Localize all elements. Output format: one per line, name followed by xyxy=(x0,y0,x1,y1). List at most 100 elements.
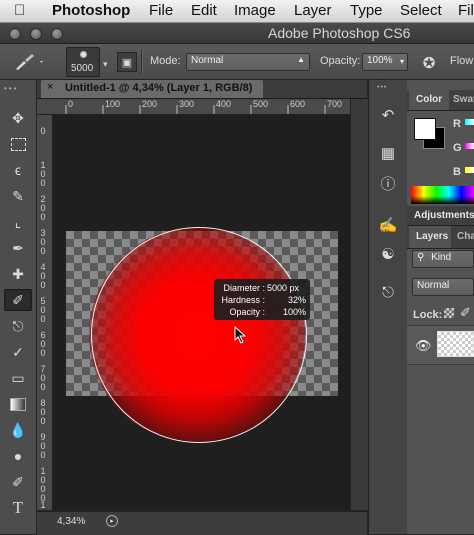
tooltip-opacity-label: Opacity : xyxy=(229,307,265,317)
green-slider[interactable] xyxy=(465,143,474,149)
tab-color-label: Color xyxy=(416,94,443,105)
pressure-opacity-icon[interactable]: ✪ xyxy=(418,52,440,74)
tab-adjustments[interactable]: Adjustments xyxy=(414,210,474,221)
opacity-input[interactable]: 100% ▾ xyxy=(362,53,408,71)
search-icon: ⚲ xyxy=(417,252,425,263)
menu-select[interactable]: Select xyxy=(400,2,442,19)
red-channel-label: R xyxy=(453,118,461,130)
brush-cursor-outline xyxy=(91,227,307,443)
chevron-down-icon[interactable]: ▾ xyxy=(103,59,108,70)
ruler-label: 200 xyxy=(142,99,158,109)
history-brush-tool-icon[interactable]: ✓ xyxy=(4,341,32,363)
adjustments-panel-header: Adjustments xyxy=(407,206,474,226)
document-tab[interactable]: × Untitled-1 @ 4,34% (Layer 1, RGB/8) xyxy=(41,80,263,98)
menu-edit[interactable]: Edit xyxy=(191,2,217,19)
ruler-label: 0 xyxy=(68,99,74,109)
close-tab-icon[interactable]: × xyxy=(47,81,53,93)
blue-channel-label: B xyxy=(453,166,461,178)
menu-image[interactable]: Image xyxy=(234,2,276,19)
menu-filter[interactable]: Filt xyxy=(458,2,474,19)
brush-info-tooltip: Diameter : 5000 px Hardness : 32% Opacit… xyxy=(214,279,310,320)
status-bar: 4,34% ▸ xyxy=(37,511,367,535)
minimize-window-button[interactable] xyxy=(30,28,42,40)
tab-channels[interactable]: Cha xyxy=(457,231,474,242)
vertical-ruler: 0 100 200 300 400 500 600 700 800 900 10… xyxy=(37,115,53,510)
zoom-window-button[interactable] xyxy=(51,28,63,40)
apple-icon[interactable]:  xyxy=(14,2,25,19)
blue-slider[interactable] xyxy=(465,167,474,173)
canvas-area[interactable]: Diameter : 5000 px Hardness : 32% Opacit… xyxy=(53,115,350,510)
history-panel-icon[interactable]: ↶ xyxy=(377,104,399,126)
properties-panel-icon[interactable]: ▦ xyxy=(377,142,399,164)
menu-file[interactable]: File xyxy=(149,2,173,19)
crop-tool-icon[interactable]: ⌞ xyxy=(4,211,32,233)
chevron-down-icon: ▾ xyxy=(399,57,404,66)
color-spectrum-bar[interactable] xyxy=(411,186,474,204)
layer-row-layer-1[interactable]: 👁 xyxy=(407,325,474,365)
brush-tip-preview-icon xyxy=(80,51,87,58)
tab-layers[interactable]: Layers xyxy=(409,226,451,248)
lasso-tool-icon[interactable]: ϵ xyxy=(4,159,32,181)
healing-brush-tool-icon[interactable]: ✚ xyxy=(4,263,32,285)
brush-tool-icon[interactable]: ✐ xyxy=(4,289,32,311)
clone-source-panel-icon[interactable]: ⎋ xyxy=(377,281,399,303)
blur-tool-icon[interactable]: 💧 xyxy=(4,419,32,441)
clone-stamp-tool-icon[interactable]: ⎋ xyxy=(4,315,32,337)
mode-label: Mode: xyxy=(150,55,181,67)
tooltip-opacity-value: 100% xyxy=(282,307,306,317)
canvas-vertical-scrollbar[interactable] xyxy=(350,99,368,510)
layer-thumbnail xyxy=(437,331,474,357)
menu-layer[interactable]: Layer xyxy=(294,2,332,19)
brush-panel-icon[interactable]: ✍ xyxy=(377,214,399,236)
layer-blend-mode-select[interactable]: Normal xyxy=(412,278,474,296)
eye-visibility-icon[interactable]: 👁 xyxy=(415,338,432,354)
hardness-value: 32% xyxy=(287,295,306,305)
tools-panel: ••• ✥ ϵ ✎ ⌞ ✒ ✚ ✐ ⎋ ✓ ▭ 💧 ● ✐ T xyxy=(0,80,37,534)
eraser-tool-icon[interactable]: ▭ xyxy=(4,367,32,389)
ruler-label: 400 xyxy=(216,99,232,109)
tab-swatches[interactable]: Swat xyxy=(453,94,474,105)
lock-pixels-icon[interactable]: ✐ xyxy=(460,305,474,320)
window-title-bar: Adobe Photoshop CS6 xyxy=(0,23,474,44)
brush-presets-panel-icon[interactable]: ☯ xyxy=(377,243,399,265)
info-panel-icon[interactable]: ⓘ xyxy=(377,172,399,194)
mac-menu-bar:  Photoshop File Edit Image Layer Type S… xyxy=(0,0,474,23)
zoom-level[interactable]: 4,34% xyxy=(57,516,85,527)
blend-mode-select[interactable]: Normal ▲ xyxy=(186,53,310,71)
collapsed-panel-dock: ••• ↶ ▦ ⓘ ✍ ☯ ⎋ xyxy=(368,80,408,534)
opacity-value: 100% xyxy=(367,55,393,66)
lock-transparency-icon[interactable] xyxy=(444,308,454,318)
ruler-label: 0 xyxy=(40,126,46,136)
brush-preset-picker[interactable]: 5000 xyxy=(66,47,100,77)
close-window-button[interactable] xyxy=(9,28,21,40)
flow-label: Flow: xyxy=(450,55,474,67)
menu-type[interactable]: Type xyxy=(350,2,383,19)
menu-app-name[interactable]: Photoshop xyxy=(52,2,130,19)
foreground-color-swatch[interactable] xyxy=(414,118,436,140)
red-slider[interactable] xyxy=(465,119,474,125)
opacity-label: Opacity: xyxy=(320,55,361,67)
window-title: Adobe Photoshop CS6 xyxy=(268,25,411,41)
horizontal-ruler: 0 100 200 300 400 500 600 700 xyxy=(37,99,350,115)
tab-color[interactable]: Color xyxy=(409,90,449,110)
quick-selection-tool-icon[interactable]: ✎ xyxy=(4,185,32,207)
toggle-brush-panel-icon[interactable]: ▣ xyxy=(117,52,137,72)
gradient-tool-icon[interactable] xyxy=(4,393,32,415)
brush-icon xyxy=(16,54,43,70)
layer-filter-select[interactable]: ⚲ Kind xyxy=(412,250,474,268)
move-tool-icon[interactable]: ✥ xyxy=(4,107,32,129)
ruler-label: 300 xyxy=(40,228,46,256)
tool-preset-picker[interactable] xyxy=(10,52,46,72)
ruler-label: 700 xyxy=(40,364,46,392)
diameter-value: 5000 px xyxy=(267,283,300,293)
type-tool-icon[interactable]: T xyxy=(4,497,32,519)
ruler-label: 900 xyxy=(40,432,46,460)
ruler-label: 700 xyxy=(327,99,343,109)
ruler-label: 500 xyxy=(253,99,269,109)
marquee-tool-icon[interactable] xyxy=(4,133,32,155)
status-menu-icon[interactable]: ▸ xyxy=(106,515,118,527)
ruler-label: 800 xyxy=(40,398,46,426)
dodge-tool-icon[interactable]: ● xyxy=(4,445,32,467)
pen-tool-icon[interactable]: ✐ xyxy=(4,471,32,493)
eyedropper-tool-icon[interactable]: ✒ xyxy=(4,237,32,259)
